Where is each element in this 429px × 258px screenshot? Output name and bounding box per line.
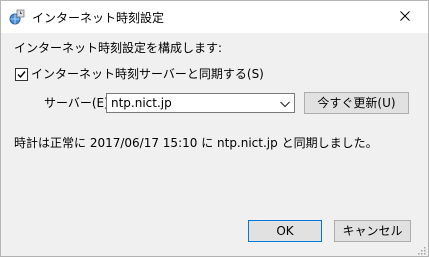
close-icon	[400, 10, 410, 24]
server-label: サーバー(E):	[44, 96, 113, 110]
sync-status-text: 時計は正常に 2017/06/17 15:10 に ntp.nict.jp と同…	[14, 136, 378, 150]
update-now-button[interactable]: 今すぐ更新(U)	[304, 92, 409, 114]
cancel-button[interactable]: キャンセル	[334, 220, 411, 242]
sync-checkbox-label[interactable]: インターネット時刻サーバーと同期する(S)	[31, 66, 264, 82]
server-select[interactable]: ntp.nict.jp	[106, 93, 295, 113]
sync-checkbox[interactable]	[15, 68, 28, 81]
resize-grip-icon[interactable]	[416, 244, 426, 255]
globe-clock-icon	[9, 9, 25, 25]
window-title: インターネット時刻設定	[32, 11, 165, 25]
checkmark-icon	[17, 71, 26, 79]
internet-time-settings-dialog: インターネット時刻設定 インターネット時刻設定を構成します: インターネット時刻…	[0, 0, 429, 257]
server-select-value: ntp.nict.jp	[111, 96, 172, 110]
ok-button[interactable]: OK	[248, 220, 322, 242]
dialog-content: インターネット時刻設定を構成します: インターネット時刻サーバーと同期する(S)…	[1, 33, 428, 256]
intro-text: インターネット時刻設定を構成します:	[14, 41, 223, 55]
close-button[interactable]	[382, 1, 428, 33]
title-bar[interactable]: インターネット時刻設定	[1, 1, 428, 33]
chevron-down-icon	[279, 98, 291, 108]
